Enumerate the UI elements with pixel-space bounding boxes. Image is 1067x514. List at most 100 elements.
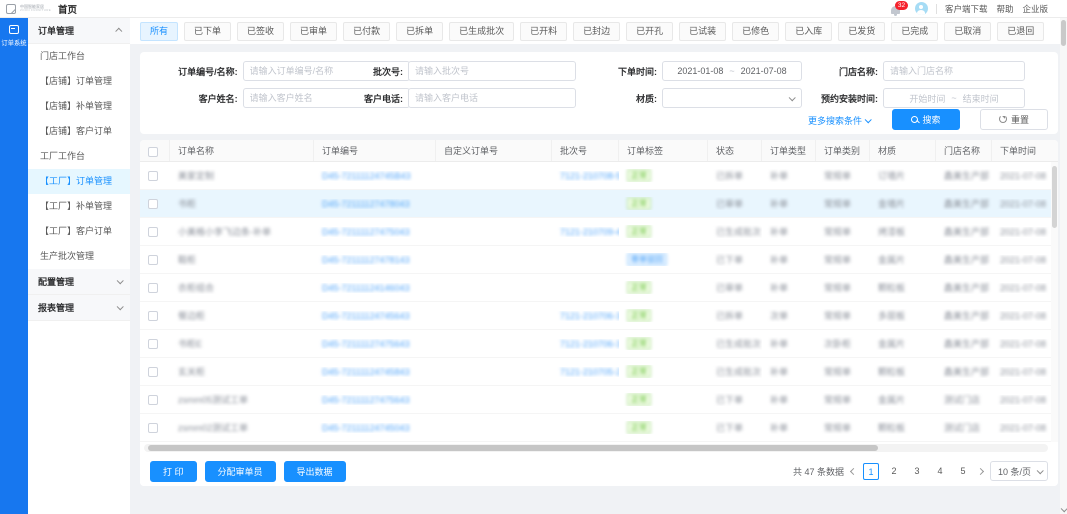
tab-filter[interactable]: 已完成	[891, 22, 938, 41]
tab-filter[interactable]: 已审单	[290, 22, 337, 41]
topbar-link-1[interactable]: 客户端下载	[945, 4, 988, 14]
tab-filter[interactable]: 已发货	[838, 22, 885, 41]
order-number-link[interactable]: D45-72111124745B43	[322, 171, 411, 181]
tab-filter[interactable]: 已付款	[343, 22, 390, 41]
batch-number-link[interactable]: 7121-210706-31	[560, 339, 619, 349]
scrollbar-thumb[interactable]	[1061, 20, 1066, 46]
topbar-link-2[interactable]: 帮助	[996, 4, 1013, 14]
order-number-link[interactable]: D45-72111127478143	[322, 255, 410, 265]
tab-filter[interactable]: 已拆单	[396, 22, 443, 41]
select-all-checkbox[interactable]	[148, 147, 158, 157]
install-time-range[interactable]: 开始时间 ~ 结束时间	[883, 88, 1025, 108]
sidebar-item[interactable]: 【店铺】订单管理	[28, 69, 130, 94]
table-row[interactable]: 餐边柜D45-721111247456437121-210706-38正常已拆单…	[140, 302, 1058, 330]
assign-reviewer-button[interactable]: 分配审单员	[205, 461, 276, 482]
sidebar-item[interactable]: 【工厂】订单管理	[28, 169, 130, 194]
table-horizontal-scrollbar[interactable]	[144, 444, 1048, 452]
topbar-link-3[interactable]: 企业版	[1022, 4, 1048, 14]
page-3[interactable]: 3	[909, 463, 925, 480]
breadcrumb-home[interactable]: 首页	[58, 2, 77, 16]
notification-bell[interactable]: 32	[887, 2, 907, 16]
row-checkbox[interactable]	[148, 199, 158, 209]
reset-button[interactable]: 重置	[980, 109, 1048, 130]
avatar[interactable]	[915, 2, 928, 15]
batch-number-link[interactable]: 7121-210708-56	[560, 171, 619, 181]
tab-filter[interactable]: 已开料	[520, 22, 567, 41]
tab-filter[interactable]: 已取消	[944, 22, 991, 41]
prev-page-button[interactable]	[851, 469, 856, 474]
row-checkbox[interactable]	[148, 255, 158, 265]
scrollbar-thumb[interactable]	[1052, 166, 1057, 228]
order-number-link[interactable]: D45-72111124146043	[322, 283, 410, 293]
page-5[interactable]: 5	[955, 463, 971, 480]
search-button[interactable]: 搜索	[892, 109, 960, 130]
table-row[interactable]: zsmm05测试工单D45-72111127475643正常已下单补单常规单金属…	[140, 386, 1058, 414]
tab-filter[interactable]: 已入库	[785, 22, 832, 41]
order-number-link[interactable]: D45-72111124745643	[322, 311, 410, 321]
sidebar-item[interactable]: 【店铺】补单管理	[28, 94, 130, 119]
page-size-select[interactable]: 10 条/页	[990, 461, 1048, 481]
table-row[interactable]: 书柜ED45-721111274756437121-210706-31正常已生成…	[140, 330, 1058, 358]
page-1[interactable]: 1	[863, 463, 879, 480]
sidebar-item[interactable]: 【工厂】客户订单	[28, 219, 130, 244]
sidebar-group-config-management[interactable]: 配置管理	[28, 269, 130, 295]
tab-filter[interactable]: 已试装	[679, 22, 726, 41]
table-row[interactable]: 衣柜组合D45-72111124146043正常已审单补单常规单颗粒板鑫美生产部…	[140, 274, 1058, 302]
table-row[interactable]: 书柜D45-72111127478043正常已审单补单常规单金墙片鑫美生产部20…	[140, 190, 1058, 218]
row-checkbox[interactable]	[148, 227, 158, 237]
tab-filter[interactable]: 已开孔	[626, 22, 673, 41]
table-row[interactable]: 玄关柜D45-721111247458437121-210705-27正常已生成…	[140, 358, 1058, 386]
tab-filter[interactable]: 所有	[140, 22, 178, 41]
store-name-input[interactable]	[883, 61, 1025, 81]
sidebar-group-report-management[interactable]: 报表管理	[28, 295, 130, 321]
rail-item-order-system[interactable]: 订单系统	[0, 18, 28, 48]
sidebar-item[interactable]: 工厂工作台	[28, 144, 130, 169]
sidebar-item[interactable]: 【店铺】客户订单	[28, 119, 130, 144]
page-scrollbar[interactable]	[1060, 18, 1067, 514]
order-number-link[interactable]: D45-72111127475043	[322, 227, 410, 237]
order-number-link[interactable]: D45-72111124745043	[322, 423, 410, 433]
row-checkbox[interactable]	[148, 423, 158, 433]
batch-number-link[interactable]: 7121-210706-38	[560, 311, 619, 321]
order-number-link[interactable]: D45-72111124745843	[322, 367, 410, 377]
batch-no-input[interactable]	[408, 61, 576, 81]
print-button[interactable]: 打 印	[150, 461, 197, 482]
customer-phone-input[interactable]	[408, 88, 576, 108]
table-row[interactable]: 美家定制D45-72111124745B437121-210708-56正常已拆…	[140, 162, 1058, 190]
tab-filter[interactable]: 已生成批次	[449, 22, 514, 41]
order-number-link[interactable]: D45-72111127475643	[322, 339, 410, 349]
cell-text: 已审单	[716, 283, 743, 293]
batch-number-link[interactable]: 7121-210709-42	[560, 227, 619, 237]
table-row[interactable]: 鞋柜D45-72111127478143审单驳回已下单补单常规单金属片鑫美生产部…	[140, 246, 1058, 274]
order-number-link[interactable]: D45-72111127475643	[322, 395, 410, 405]
tab-filter[interactable]: 已封边	[573, 22, 620, 41]
table-row[interactable]: 小美格小李飞边条-补单D45-721111274750437121-210709…	[140, 218, 1058, 246]
row-checkbox[interactable]	[148, 171, 158, 181]
order-time-range[interactable]: 2021-01-08 ~ 2021-07-08	[662, 61, 802, 81]
row-checkbox[interactable]	[148, 395, 158, 405]
sidebar-item[interactable]: 【工厂】补单管理	[28, 194, 130, 219]
order-number-link[interactable]: D45-72111127478043	[322, 199, 410, 209]
row-checkbox[interactable]	[148, 283, 158, 293]
row-checkbox[interactable]	[148, 339, 158, 349]
range-separator: ~	[729, 66, 734, 76]
material-select[interactable]	[662, 88, 802, 108]
page-4[interactable]: 4	[932, 463, 948, 480]
scrollbar-thumb[interactable]	[148, 445, 878, 451]
table-row[interactable]: zsmm02测试工单D45-72111124745043正常已下单补单常规单颗粒…	[140, 414, 1058, 442]
sidebar-group-order-management[interactable]: 订单管理	[28, 18, 130, 44]
page-2[interactable]: 2	[886, 463, 902, 480]
sidebar-item[interactable]: 生产批次管理	[28, 244, 130, 269]
next-page-button[interactable]	[978, 469, 983, 474]
tab-filter[interactable]: 已签收	[237, 22, 284, 41]
sidebar-item[interactable]: 门店工作台	[28, 44, 130, 69]
tab-filter[interactable]: 已退回	[997, 22, 1044, 41]
batch-number-link[interactable]: 7121-210705-27	[560, 367, 619, 377]
row-checkbox[interactable]	[148, 311, 158, 321]
export-data-button[interactable]: 导出数据	[284, 461, 346, 482]
more-filters-link[interactable]: 更多搜索条件	[808, 110, 870, 130]
tab-filter[interactable]: 已修色	[732, 22, 779, 41]
table-vertical-scrollbar[interactable]	[1051, 162, 1058, 442]
row-checkbox[interactable]	[148, 367, 158, 377]
tab-filter[interactable]: 已下单	[184, 22, 231, 41]
